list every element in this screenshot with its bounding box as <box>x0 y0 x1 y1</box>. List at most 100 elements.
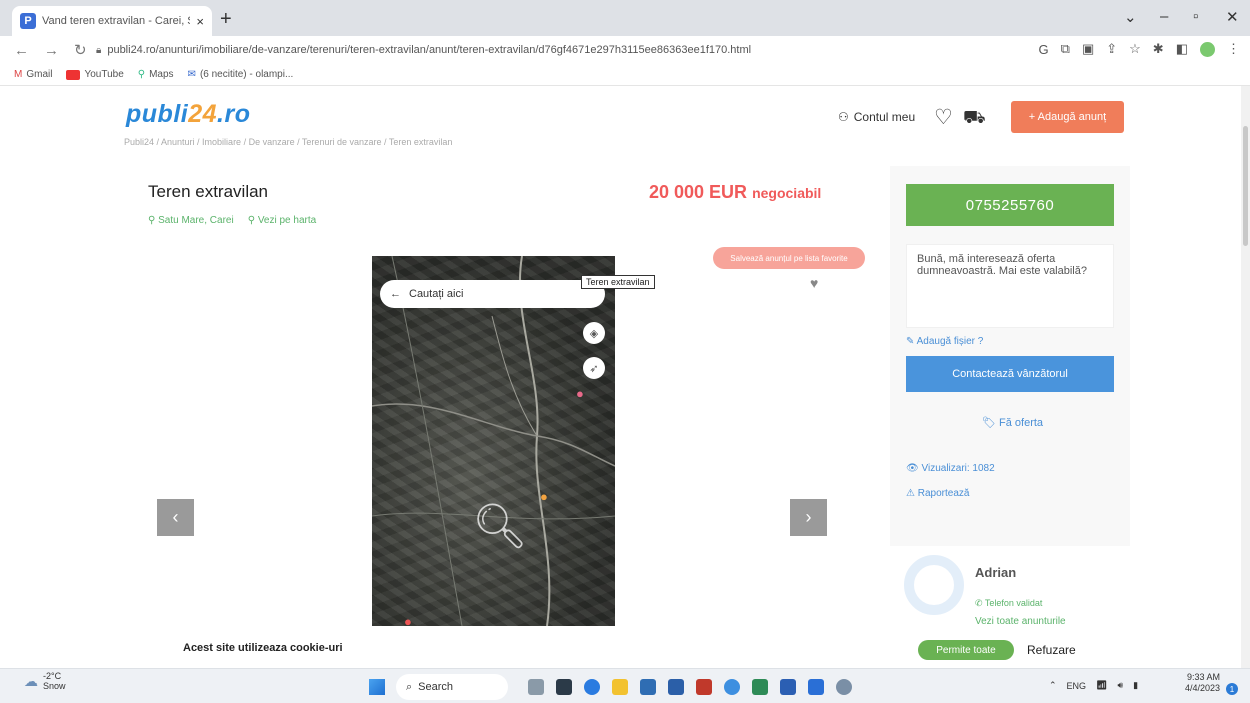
scrollbar-thumb[interactable] <box>1243 126 1248 246</box>
page-scrollbar[interactable] <box>1241 86 1250 668</box>
map-tooltip: Teren extravilan <box>581 275 655 289</box>
bookmark-star-icon[interactable]: ☆ <box>1129 41 1141 57</box>
taskbar-app-taskview-icon[interactable] <box>556 679 572 695</box>
taskbar-app-pdf-icon[interactable] <box>696 679 712 695</box>
bookmark-maps[interactable]: ⚲ Maps <box>138 69 174 80</box>
profile-avatar[interactable] <box>1200 41 1215 57</box>
system-tray: ⌃ ENG 📶︎ 🔊︎ ▮ <box>1049 680 1138 691</box>
compass-icon[interactable]: ➶ <box>583 357 605 379</box>
allow-cookies-button[interactable]: Permite toate <box>918 640 1014 660</box>
gallery-prev-button[interactable]: ‹ <box>157 499 194 536</box>
seller-all-listings-link[interactable]: Vezi toate anunturile <box>975 616 1066 627</box>
toolbar-icons: G ⧉ ▣ ⇪ ☆ ✱ ◧ ⋮ <box>1039 41 1240 57</box>
listing-location-row: ⚲ Satu Mare, Carei ⚲ Vezi pe harta <box>148 215 316 226</box>
sidepanel-icon[interactable]: ◧ <box>1176 41 1188 57</box>
minimize-icon[interactable]: – <box>1160 8 1168 25</box>
taskbar-app-store-icon[interactable] <box>640 679 656 695</box>
volume-icon[interactable]: 🔊︎ <box>1118 680 1124 691</box>
site-logo[interactable]: publi24.ro <box>126 100 250 129</box>
forward-icon[interactable]: → <box>44 42 60 59</box>
snow-cloud-icon: ☁ <box>24 673 38 690</box>
battery-icon[interactable]: ▮ <box>1133 680 1138 691</box>
phone-number-button[interactable]: 0755255760 <box>906 184 1114 226</box>
taskbar-app-chrome-icon[interactable] <box>836 679 852 695</box>
taskbar-app-widgets-icon[interactable] <box>528 679 544 695</box>
seller-name: Adrian <box>975 565 1017 580</box>
taskbar-app-explorer-icon[interactable] <box>612 679 628 695</box>
url-text: publi24.ro/anunturi/imobiliare/de-vanzar… <box>107 44 752 56</box>
zoom-magnifier-icon[interactable]: 🔍︎ <box>472 500 528 552</box>
attach-file-link[interactable]: ✎ Adaugă fișier ? <box>906 336 983 347</box>
weather-widget[interactable]: ☁ -2°C Snow <box>24 671 66 692</box>
map-marker-red-icon: ● <box>404 614 412 626</box>
map-search-bar[interactable]: ← Cautați aici <box>380 280 605 308</box>
contact-seller-button[interactable]: Contactează vânzătorul <box>906 356 1114 392</box>
tray-chevron-icon[interactable]: ⌃ <box>1049 680 1057 691</box>
location-link[interactable]: ⚲ Satu Mare, Carei <box>148 215 234 226</box>
back-icon[interactable]: ← <box>14 42 30 59</box>
account-link[interactable]: ⚇ Contul meu <box>838 110 915 124</box>
windows-start-icon[interactable] <box>369 679 385 695</box>
extension-icon[interactable]: ▣ <box>1082 41 1094 57</box>
taskbar-search[interactable]: ⌕ Search <box>396 674 508 700</box>
views-count: 👁︎ Vizualizari: 1082 <box>906 463 995 474</box>
wifi-icon[interactable]: 📶︎ <box>1096 680 1107 691</box>
reload-icon[interactable]: ↻ <box>74 41 90 59</box>
taskbar-clock[interactable]: 9:33 AM 4/4/2023 <box>1185 672 1220 695</box>
gmail-icon: M <box>14 69 23 80</box>
browser-toolbar: ← → ↻ 🔒︎ publi24.ro/anunturi/imobiliare/… <box>0 36 1250 64</box>
map-marker-icon: ● <box>540 489 548 504</box>
bookmarks-bar: M Gmail YouTube ⚲ Maps ✉ (6 necitite) - ola… <box>0 64 1250 86</box>
language-indicator[interactable]: ENG <box>1067 681 1087 691</box>
tab-list-icon[interactable]: ⌄ <box>1124 8 1137 26</box>
google-icon[interactable]: G <box>1039 42 1049 57</box>
restore-icon[interactable]: ▫ <box>1193 8 1198 25</box>
bookmark-youtube[interactable]: YouTube <box>66 69 124 80</box>
tab-title: Vand teren extravilan - Carei, S... <box>42 15 191 27</box>
make-offer-link[interactable]: 🏷︎ Fă oferta <box>982 416 1043 429</box>
map-link[interactable]: ⚲ Vezi pe harta <box>248 215 316 226</box>
address-bar[interactable]: 🔒︎ publi24.ro/anunturi/imobiliare/de-van… <box>96 40 976 60</box>
browser-tabstrip: P Vand teren extravilan - Carei, S... × … <box>0 0 1250 36</box>
message-textarea[interactable]: Bună, mă interesează oferta dumneavoastr… <box>906 244 1114 328</box>
browser-tab[interactable]: P Vand teren extravilan - Carei, S... × <box>12 6 212 36</box>
close-window-icon[interactable]: ✕ <box>1226 8 1239 26</box>
maps-pin-icon: ⚲ <box>137 69 146 80</box>
taskbar-app-excel-icon[interactable] <box>752 679 768 695</box>
lock-icon: 🔒︎ <box>96 44 102 56</box>
back-arrow-icon[interactable]: ← <box>390 288 401 300</box>
listing-title: Teren extravilan <box>148 182 269 201</box>
report-link[interactable]: ⚠ Raportează <box>906 488 969 499</box>
add-listing-button[interactable]: + Adaugă anunț <box>1011 101 1124 133</box>
save-favorite-pill[interactable]: Salvează anunțul pe lista favorite <box>713 247 865 269</box>
translate-icon[interactable]: ⧉ <box>1061 41 1070 57</box>
user-icon: ⚇ <box>838 110 849 124</box>
favorites-heart-icon[interactable]: ♡ <box>934 105 953 130</box>
bookmark-mail[interactable]: ✉ (6 necitite) - olampi... <box>188 69 294 80</box>
favorite-heart-icon[interactable]: ♥ <box>810 275 818 291</box>
notification-badge[interactable]: 1 <box>1226 683 1238 695</box>
map-roads <box>372 256 615 626</box>
close-tab-icon[interactable]: × <box>196 14 204 29</box>
bookmark-gmail[interactable]: M Gmail <box>14 69 52 80</box>
listing-photo[interactable]: ← Cautați aici ◈ ➶ ● ● ● <box>372 256 615 626</box>
cookie-text: Acest site utilizeaza cookie-uri <box>183 642 343 654</box>
delivery-truck-icon[interactable]: ⛟ <box>963 107 986 131</box>
breadcrumb[interactable]: Publi24 / Anunturi / Imobiliare / De van… <box>124 137 452 147</box>
seller-avatar <box>904 555 964 615</box>
gallery-next-button[interactable]: › <box>790 499 827 536</box>
taskbar-app-edge-icon[interactable] <box>724 679 740 695</box>
taskbar-app-word-icon[interactable] <box>780 679 796 695</box>
menu-icon[interactable]: ⋮ <box>1227 41 1240 57</box>
publi24-favicon: P <box>20 13 36 29</box>
new-tab-button[interactable]: + <box>220 8 232 31</box>
share-icon[interactable]: ⇪ <box>1106 41 1117 57</box>
layers-icon[interactable]: ◈ <box>583 322 605 344</box>
mail-icon: ✉ <box>187 69 196 80</box>
taskbar-app-teams-icon[interactable] <box>808 679 824 695</box>
extensions-puzzle-icon[interactable]: ✱ <box>1153 41 1164 57</box>
taskbar-app-chat-icon[interactable] <box>584 679 600 695</box>
refuse-cookies-link[interactable]: Refuzare <box>1027 643 1076 657</box>
seller-phone-validated: ✆ Telefon validat <box>975 598 1043 608</box>
taskbar-app-outlook-icon[interactable] <box>668 679 684 695</box>
